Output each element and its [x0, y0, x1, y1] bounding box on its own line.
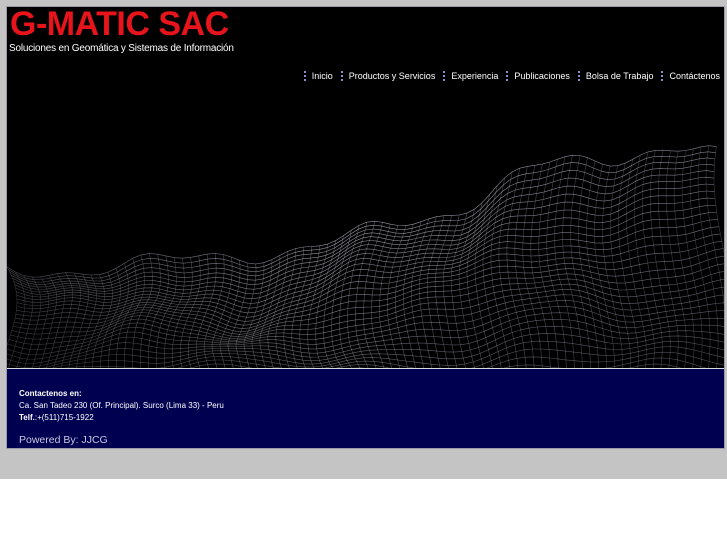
nav-item-publicaciones[interactable]: Publicaciones: [514, 71, 570, 81]
footer: Contactenos en: Ca. San Tadeo 230 (Of. P…: [7, 369, 724, 448]
site-tagline: Soluciones en Geomática y Sistemas de In…: [9, 43, 234, 54]
site-logo[interactable]: G-MATIC SAC: [10, 4, 229, 44]
nav-separator-icon: [659, 70, 665, 82]
contact-address: Ca. San Tadeo 230 (Of. Principal). Surco…: [19, 401, 224, 410]
phone-value: :+(511)715-1922: [34, 413, 94, 422]
hero-image: [7, 87, 724, 368]
nav-separator-icon: [576, 70, 582, 82]
wireframe-terrain-graphic: [7, 87, 724, 368]
nav-separator-icon: [504, 70, 510, 82]
powered-by: Powered By: JJCG: [19, 434, 108, 446]
contact-heading: Contactenos en:: [19, 389, 82, 398]
contact-phone: Telf.:+(511)715-1922: [19, 413, 94, 422]
nav-separator-icon: [339, 70, 345, 82]
nav-item-contactenos[interactable]: Contáctenos: [669, 71, 720, 81]
phone-label: Telf.: [19, 413, 35, 422]
nav-separator-icon: [302, 70, 308, 82]
nav-item-bolsa-de-trabajo[interactable]: Bolsa de Trabajo: [586, 71, 654, 81]
nav-item-inicio[interactable]: Inicio: [312, 71, 333, 81]
site-frame: G-MATIC SAC Soluciones en Geomática y Si…: [6, 4, 725, 449]
main-nav: Inicio Productos y Servicios Experiencia…: [296, 70, 720, 82]
nav-separator-icon: [441, 70, 447, 82]
nav-item-experiencia[interactable]: Experiencia: [451, 71, 498, 81]
nav-item-productos-servicios[interactable]: Productos y Servicios: [349, 71, 436, 81]
